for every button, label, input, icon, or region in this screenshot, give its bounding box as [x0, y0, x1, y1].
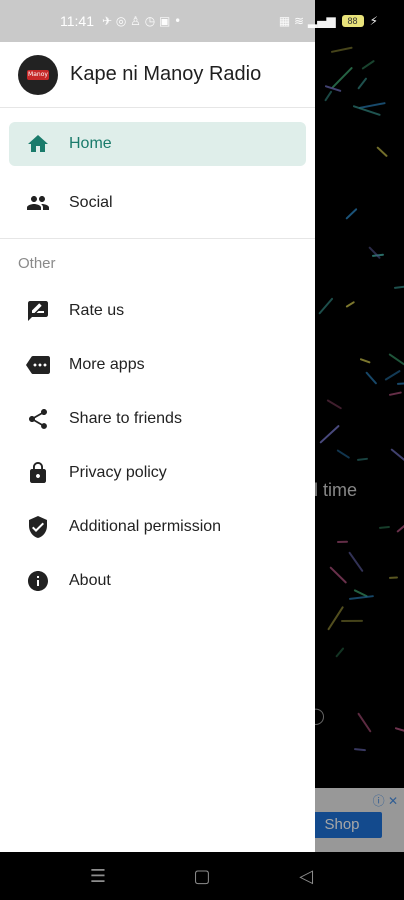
section-title-other: Other: [18, 255, 56, 272]
menu-item-label: Additional permission: [69, 518, 222, 535]
back-icon[interactable]: ◁: [294, 866, 318, 887]
app-logo: Manoy: [18, 54, 58, 95]
drawer-menu: Home Social Other Rate us More apps Shar…: [0, 108, 315, 608]
menu-item-label: Home: [69, 135, 112, 152]
menu-item-about[interactable]: About: [9, 554, 306, 608]
share-icon: [25, 406, 51, 432]
home-icon: [25, 131, 51, 157]
home-button-icon[interactable]: ▢: [190, 866, 214, 887]
charging-icon: ⚡: [369, 14, 378, 28]
shield-check-icon: [25, 514, 51, 540]
battery-icon: 88: [341, 15, 364, 27]
logo-badge: Manoy: [27, 69, 49, 80]
status-bar: 11:41 ✈ ◎ ♙ ◷ ▣ • ▦ ≋ ▂▄▆ 88 ⚡: [0, 0, 404, 42]
system-nav-bar: ☰ ▢ ◁: [0, 852, 404, 900]
notification-icons: ✈ ◎ ♙ ◷ ▣ •: [102, 14, 182, 28]
menu-item-social[interactable]: Social: [9, 176, 306, 230]
menu-item-label: About: [69, 572, 111, 589]
menu-item-label: More apps: [69, 356, 145, 373]
navigation-drawer: Manoy Kape ni Manoy Radio Home Social Ot…: [0, 0, 315, 852]
recents-icon[interactable]: ☰: [86, 866, 110, 887]
menu-item-label: Privacy policy: [69, 464, 167, 481]
app-title: Kape ni Manoy Radio: [70, 63, 262, 85]
menu-item-privacy-policy[interactable]: Privacy policy: [9, 446, 306, 500]
menu-item-home[interactable]: Home: [9, 122, 306, 166]
signal-icons: ▦ ≋ ▂▄▆: [278, 14, 336, 28]
info-icon: [25, 568, 51, 594]
rate-review-icon: [25, 298, 51, 324]
menu-item-share[interactable]: Share to friends: [9, 392, 306, 446]
menu-item-label: Rate us: [69, 302, 125, 319]
status-time: 11:41: [60, 13, 94, 29]
menu-item-rate-us[interactable]: Rate us: [9, 284, 306, 338]
lock-icon: [25, 460, 51, 486]
people-icon: [25, 190, 51, 216]
menu-item-label: Share to friends: [69, 410, 182, 427]
menu-item-label: Social: [69, 194, 113, 211]
drawer-header: Manoy Kape ni Manoy Radio: [0, 42, 315, 108]
more-tag-icon: [25, 352, 51, 378]
menu-item-additional-permission[interactable]: Additional permission: [9, 500, 306, 554]
menu-item-more-apps[interactable]: More apps: [9, 338, 306, 392]
